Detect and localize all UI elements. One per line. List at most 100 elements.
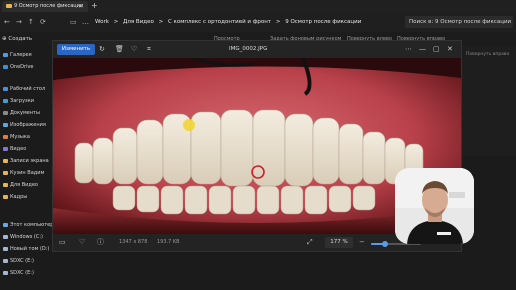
sd-card-icon — [3, 258, 8, 263]
create-button[interactable]: ⊕ Создать — [2, 35, 32, 44]
tooth — [312, 117, 340, 185]
sidebar-item-drive-e2[interactable]: SDXC (E:) — [3, 270, 34, 277]
back-icon[interactable]: ← — [4, 16, 10, 28]
sidebar-item-documents[interactable]: Документы — [3, 110, 40, 117]
sidebar-item-frames[interactable]: Кадры — [3, 194, 27, 201]
tooth — [112, 185, 136, 211]
folder-icon — [3, 158, 8, 163]
folder-icon — [3, 170, 8, 175]
sidebar-item-gallery[interactable]: Галерея — [3, 52, 32, 59]
document-icon — [3, 110, 8, 115]
refresh-icon[interactable]: ⟳ — [40, 16, 46, 28]
edit-button-label: Изменить — [61, 46, 91, 52]
breadcrumb-separator: > — [158, 19, 164, 25]
sidebar-item-label: Рабочий стол — [10, 86, 46, 92]
more-icon[interactable]: … — [82, 16, 89, 28]
sidebar-item-label: Новый том (D:) — [10, 246, 50, 252]
rotate-right-label: Повернуть вправо — [466, 52, 510, 57]
sidebar-item-drive-c[interactable]: Windows (C:) — [3, 234, 43, 241]
explorer-titlebar: 9 Осмотр после фиксации ✕ + — [0, 0, 516, 12]
breadcrumb-item[interactable]: Для Видео — [123, 19, 154, 25]
sidebar-item-this-pc[interactable]: Этот компьютер — [3, 222, 53, 229]
explorer-bottom-area — [52, 252, 516, 290]
breadcrumb-item[interactable]: С комплекс с ортодонтией и фронт — [168, 19, 271, 25]
sidebar-item-downloads[interactable]: Загрузки — [3, 98, 34, 105]
sidebar-item-label: Музыка — [10, 134, 30, 140]
tab-explorer[interactable]: 9 Осмотр после фиксации — [2, 1, 88, 12]
new-tab-button[interactable]: + — [91, 0, 98, 12]
cursor-highlight — [183, 119, 195, 131]
sidebar-item-for-video[interactable]: Для Видео — [3, 182, 38, 189]
tab-title: 9 Осмотр после фиксации — [14, 3, 84, 9]
info-icon[interactable]: ⓘ — [97, 237, 104, 248]
explorer-content-edge: Повернуть вправо — [462, 46, 516, 156]
breadcrumb-item[interactable]: 9 Осмотр после фиксации — [285, 19, 361, 25]
edit-button[interactable]: Изменить — [57, 44, 95, 55]
tooth — [280, 185, 304, 215]
tooth — [208, 185, 232, 215]
sidebar-item-label: Кузин Вадим — [10, 170, 45, 176]
monitor-icon[interactable]: ▭ — [70, 16, 77, 28]
sidebar-item-label: Галерея — [10, 52, 32, 58]
sidebar-item-screen-records[interactable]: Записи экрана — [3, 158, 49, 165]
computer-icon — [3, 222, 8, 227]
close-icon[interactable]: ✕ — [447, 44, 453, 55]
picture-icon — [3, 122, 8, 127]
tooth — [362, 131, 386, 185]
tooth — [184, 185, 208, 215]
drive-icon — [3, 246, 8, 251]
zoom-slider-thumb[interactable] — [382, 241, 388, 247]
sidebar-item-video[interactable]: Видео — [3, 146, 26, 153]
more-options-icon[interactable]: ⋯ — [405, 44, 412, 55]
delete-icon[interactable]: 🗑 — [115, 44, 124, 55]
tooth — [232, 185, 256, 215]
tooth — [136, 119, 164, 185]
fit-icon[interactable]: ⤢ — [307, 237, 313, 248]
rotate-icon[interactable]: ↻ — [99, 44, 105, 55]
file-size: 193.7 KB — [157, 239, 180, 245]
sidebar-item-label: Windows (C:) — [10, 234, 43, 240]
up-icon[interactable]: ↑ — [28, 16, 34, 28]
tooth — [256, 185, 280, 215]
tooth — [92, 137, 114, 185]
tooth — [74, 142, 94, 184]
breadcrumb-separator: > — [275, 19, 281, 25]
tab-close-icon[interactable]: ✕ — [78, 1, 83, 12]
breadcrumb-item[interactable]: Work — [95, 19, 109, 25]
sidebar-item-label: OneDrive — [10, 64, 34, 70]
folder-icon — [3, 194, 8, 199]
sidebar-item-onedrive[interactable]: OneDrive — [3, 64, 34, 71]
favorite-icon[interactable]: ♡ — [131, 44, 137, 55]
address-bar-row: ← → ↑ ⟳ ▭ … Work > Для Видео > С комплек… — [0, 12, 516, 32]
crop-icon[interactable]: ⌗ — [147, 44, 151, 55]
sidebar-item-pictures[interactable]: Изображения — [3, 122, 46, 129]
sidebar-item-desktop[interactable]: Рабочий стол — [3, 86, 45, 93]
tooth — [338, 123, 364, 185]
forward-icon[interactable]: → — [16, 16, 22, 28]
sidebar-item-kuzin[interactable]: Кузин Вадим — [3, 170, 44, 177]
breadcrumb[interactable]: Work > Для Видео > С комплекс с ортодонт… — [95, 16, 395, 28]
sidebar-item-label: Кадры — [10, 194, 28, 200]
zoom-out-icon[interactable]: − — [359, 237, 365, 248]
folder-icon — [3, 182, 8, 187]
search-input[interactable]: Поиск в: 9 Осмотр после фиксации — [405, 16, 513, 28]
folder-icon — [6, 3, 12, 8]
sidebar-item-label: Загрузки — [10, 98, 34, 104]
tooth — [328, 185, 352, 213]
tooth — [220, 109, 254, 187]
sidebar-item-drive-e[interactable]: SDXC (E:) — [3, 258, 34, 265]
file-name: IMG_0002.JPG — [229, 46, 268, 52]
zoom-level-text: 177 % — [330, 239, 348, 245]
gallery-icon — [3, 52, 8, 57]
maximize-icon[interactable]: ▢ — [433, 44, 440, 55]
zoom-level[interactable]: 177 % — [325, 237, 353, 248]
webcam-overlay — [395, 168, 474, 244]
minimize-icon[interactable]: — — [419, 44, 426, 55]
sidebar-item-label: Документы — [10, 110, 40, 116]
slideshow-icon[interactable]: ▭ — [59, 237, 66, 248]
sidebar-item-drive-d[interactable]: Новый том (D:) — [3, 246, 49, 253]
viewer-titlebar: Изменить ↻ 🗑 ♡ ⌗ IMG_0002.JPG ⋯ — ▢ ✕ — [53, 41, 461, 58]
sidebar-item-music[interactable]: Музыка — [3, 134, 30, 141]
favorite-icon[interactable]: ♡ — [79, 237, 85, 248]
presenter-video — [395, 168, 474, 244]
